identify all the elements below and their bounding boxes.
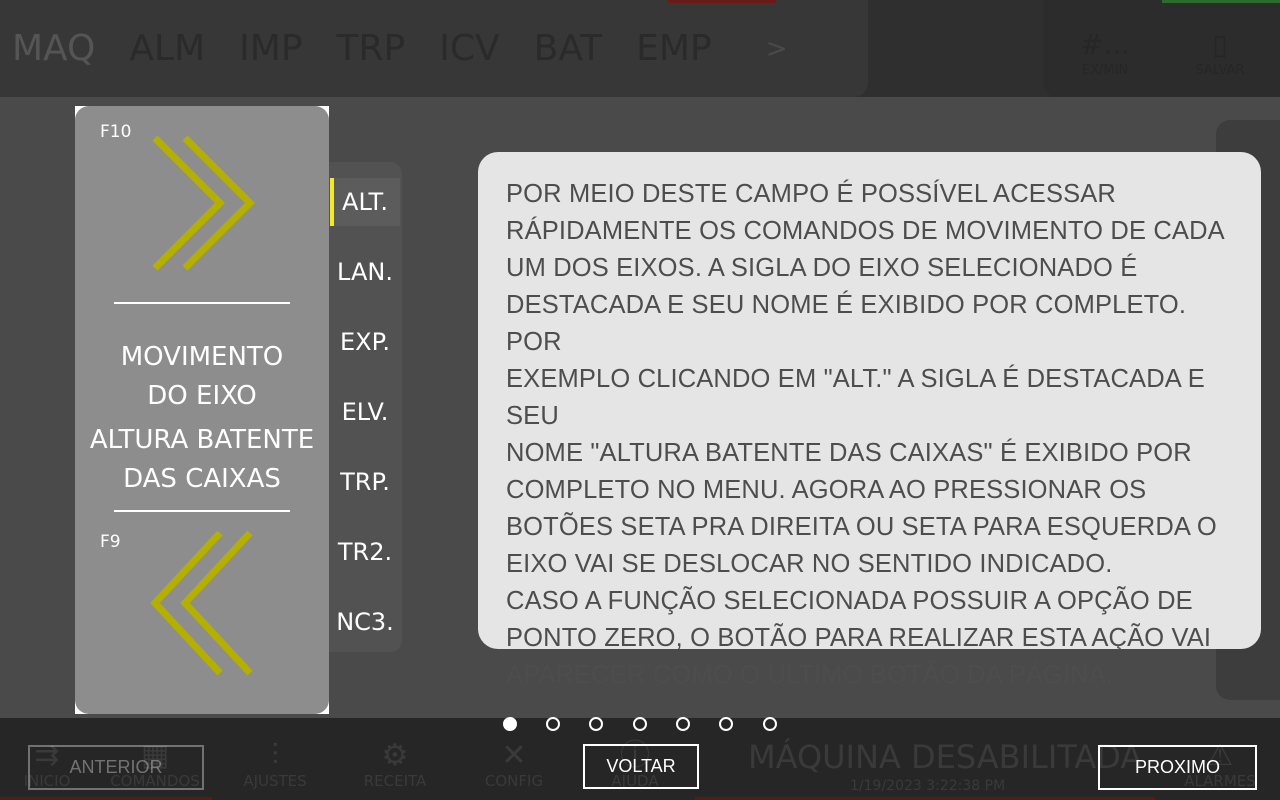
axis-elv[interactable]: ELV. [330,388,400,436]
nav-receita-label: RECEITA [363,772,427,790]
tooltip-line: RÁPIDAMENTE OS COMANDOS DE MOVIMENTO DE … [506,217,1225,245]
tab-alm[interactable]: ALM [129,28,205,69]
page-dot[interactable] [546,717,560,731]
counter-value: #... [1079,28,1131,61]
previous-button[interactable]: ANTERIOR [28,745,204,790]
axis-name-1: ALTURA BATENTE [89,425,315,455]
f10-label: F10 [100,122,132,142]
move-left-button[interactable] [150,530,260,678]
tooltip-line: APARECER COMO O ULTIMO BOTÃO DA PÁGINA. [506,661,1114,689]
sd-card-icon: ▯ [1212,28,1228,61]
save-label: SALVAR [1195,63,1245,78]
page-dot[interactable] [633,717,647,731]
tab-trp[interactable]: TRP [337,28,406,69]
tab-bat[interactable]: BAT [534,28,603,69]
nav-receita[interactable]: ⚙ RECEITA [360,738,430,791]
status-datetime: 1/19/2023 3:22:38 PM [850,778,1006,794]
command-title-1: MOVIMENTO [120,342,284,372]
divider-bottom [114,510,290,512]
nav-ajustes[interactable]: ⫶ AJUSTES [240,738,310,791]
tools-icon: ✕ [501,738,527,773]
page-dot[interactable] [503,717,517,731]
counter-label: EX/MIN [1081,63,1129,78]
tooltip-line: CASO A FUNÇÃO SELECIONADA POSSUIR A OPÇÃ… [506,587,1193,615]
nav-config[interactable]: ✕ CONFIG [478,738,550,791]
save-button[interactable]: ▯ SALVAR [1180,28,1260,78]
tooltip-line: NOME "ALTURA BATENTE DAS CAIXAS" É EXIBI… [506,439,1192,467]
sliders-icon: ⫶ [271,738,279,773]
tab-emp[interactable]: EMP [636,28,712,69]
chevron-left-icon [150,530,253,676]
command-title-2: DO EIXO [147,381,257,411]
axis-exp[interactable]: EXP. [330,318,400,366]
nav-ajustes-label: AJUSTES [243,772,307,790]
tab-imp[interactable]: IMP [239,28,302,69]
page-dot[interactable] [763,717,777,731]
move-right-button[interactable] [150,135,260,275]
axis-alt[interactable]: ALT. [330,178,400,226]
tutorial-tooltip: POR MEIO DESTE CAMPO É POSSÍVEL ACESSAR … [478,152,1261,689]
axis-nc3[interactable]: NC3. [330,598,400,646]
page-dot[interactable] [676,717,690,731]
axis-trp[interactable]: TRP. [330,458,400,506]
next-button[interactable]: PROXIMO [1098,745,1257,790]
chevron-right-icon [152,135,255,271]
tooltip-line: EIXO VAI SE DESLOCAR NO SENTIDO INDICADO… [506,550,1113,578]
machine-status: MÁQUINA DESABILITADA [748,738,1143,776]
recipe-icon: ⚙ [381,738,409,773]
f9-label: F9 [100,532,121,552]
divider-top [114,302,290,304]
tab-maq[interactable]: MAQ [12,28,95,69]
tooltip-line: BOTÕES SETA PRA DIREITA OU SETA PARA ESQ… [506,513,1217,541]
tab-bar: MAQ ALM IMP TRP ICV BAT EMP > [0,0,868,97]
page-dot[interactable] [719,717,733,731]
axis-name-2: DAS CAIXAS [123,464,281,494]
tooltip-line: DESTACADA E SEU NOME É EXIBIDO POR COMPL… [506,291,1187,356]
page-dot[interactable] [589,717,603,731]
tab-more-button[interactable]: > [766,34,788,64]
tooltip-line: UM DOS EIXOS. A SIGLA DO EIXO SELECIONAD… [506,254,1138,282]
tooltip-line: EXEMPLO CLICANDO EM "ALT." A SIGLA É DES… [506,365,1205,430]
cycle-counter: #... EX/MIN [1070,28,1140,78]
alarm-strip [668,0,776,3]
tab-icv[interactable]: ICV [439,28,499,69]
axis-lan[interactable]: LAN. [330,248,400,296]
tooltip-line: POR MEIO DESTE CAMPO É POSSÍVEL ACESSAR [506,180,1116,208]
axis-tr2[interactable]: TR2. [330,528,400,576]
tooltip-line: PONTO ZERO, O BOTÃO PARA REALIZAR ESTA A… [506,624,1212,652]
status-strip [1162,0,1280,3]
back-button[interactable]: VOLTAR [583,744,699,789]
nav-config-label: CONFIG [484,772,544,790]
tooltip-line: COMPLETO NO MENU. AGORA AO PRESSIONAR OS [506,476,1147,504]
